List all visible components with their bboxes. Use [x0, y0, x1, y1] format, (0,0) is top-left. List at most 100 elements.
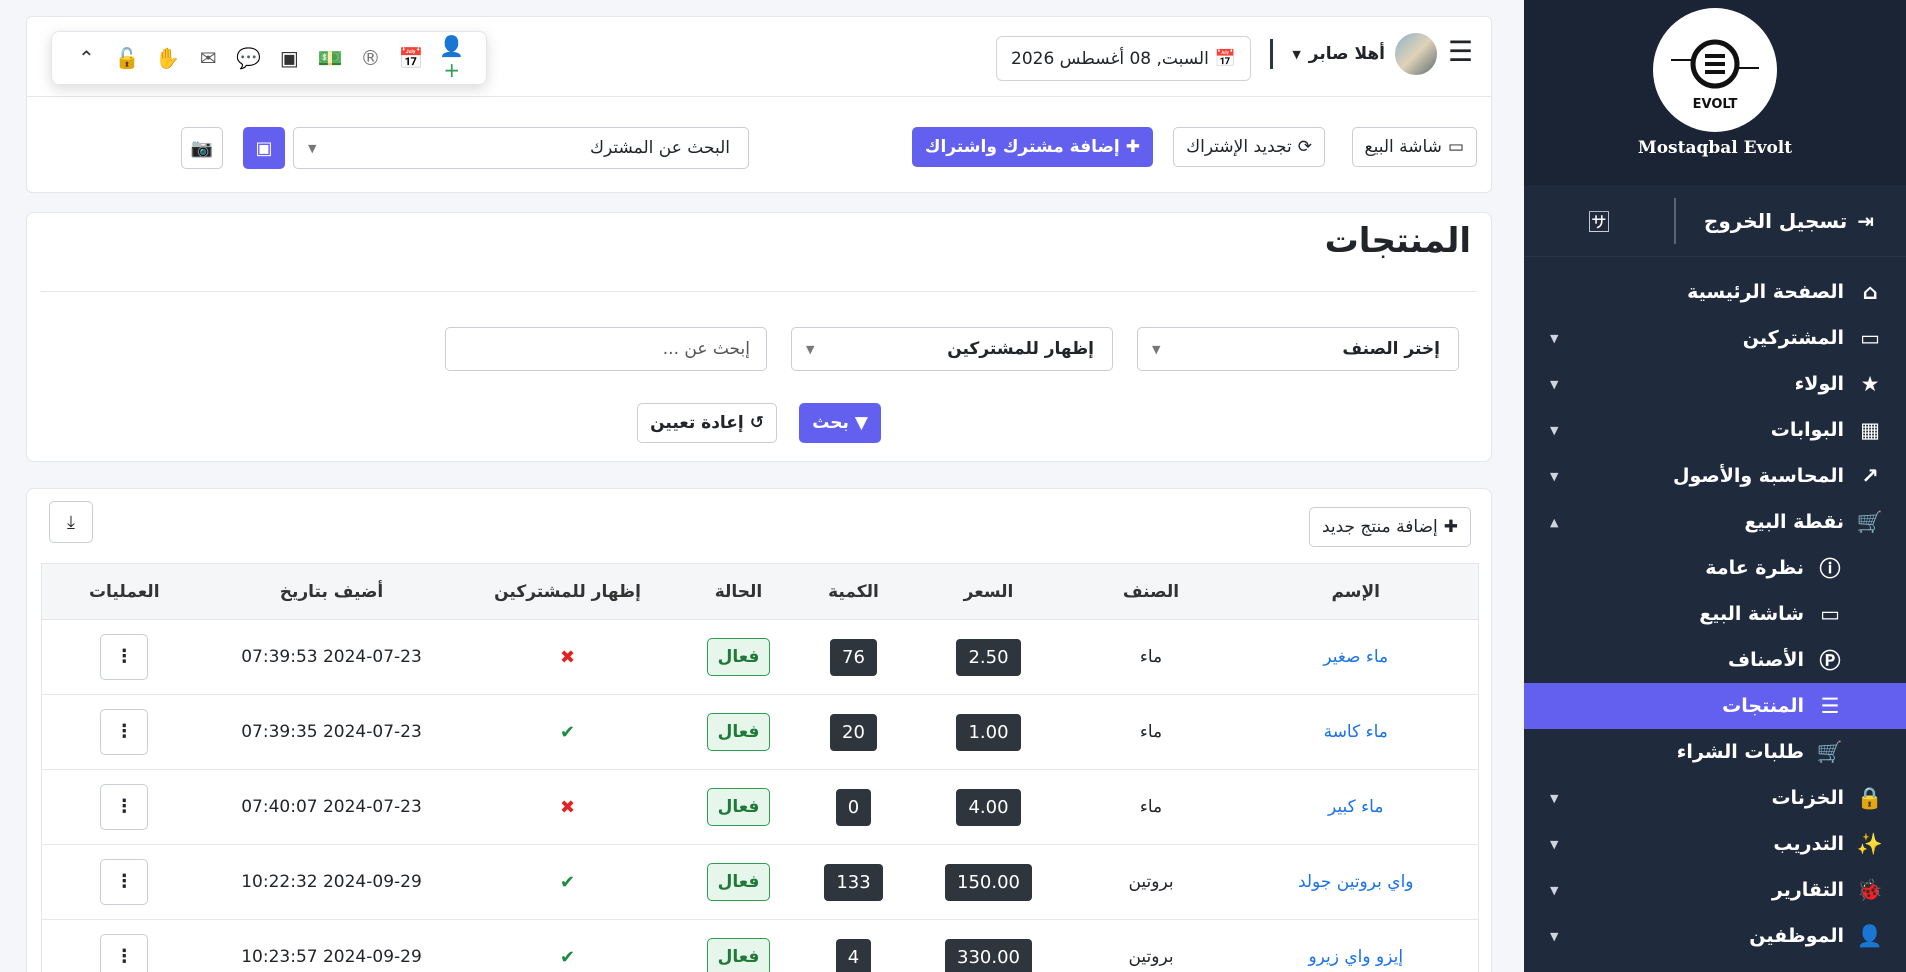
- divider: [1674, 197, 1676, 244]
- money-icon[interactable]: 💵: [315, 46, 345, 70]
- lock-icon: 🔒: [1856, 785, 1884, 810]
- hamburger-icon[interactable]: ☰: [1448, 35, 1473, 68]
- actions-menu-button[interactable]: ⋮: [100, 859, 149, 905]
- chevron-down-icon: ▼: [1550, 377, 1559, 391]
- add-user-icon[interactable]: 👤+: [437, 34, 467, 82]
- status-badge: فعال: [706, 788, 771, 826]
- info-icon: ⓘ: [1819, 557, 1841, 581]
- sign-out-icon: ⇥: [1857, 208, 1874, 233]
- language-icon[interactable]: 🈂: [1524, 205, 1674, 237]
- qrcode-icon[interactable]: ▣: [274, 46, 304, 70]
- col-status[interactable]: الحالة: [678, 563, 799, 620]
- date-text: السبت, 08 أغسطس 2026: [1011, 48, 1209, 69]
- sidebar-item-training[interactable]: ✨ التدريب ▼: [1524, 821, 1906, 867]
- sidebar-item-label: البوابات: [1770, 419, 1844, 441]
- actions-menu-button[interactable]: ⋮: [100, 934, 149, 972]
- col-name[interactable]: الإسم: [1233, 563, 1479, 620]
- registered-icon[interactable]: ®: [356, 46, 386, 70]
- renew-subscription-button[interactable]: ⟳ تجديد الإشتراك: [1173, 127, 1325, 167]
- calendar-icon[interactable]: 📅: [396, 46, 426, 70]
- actions-menu-button[interactable]: ⋮: [100, 634, 149, 680]
- product-link[interactable]: ماء صغير: [1323, 647, 1388, 667]
- user-greeting: أهلا صابر: [1308, 44, 1385, 64]
- actions-menu-button[interactable]: ⋮: [100, 784, 149, 830]
- pos-screen-button[interactable]: ▭ شاشة البيع: [1351, 127, 1477, 167]
- qr-scan-button[interactable]: ▣: [243, 127, 285, 169]
- undo-icon: ↺: [749, 413, 764, 433]
- add-subscriber-button[interactable]: ✚ إضافة مشترك واشتراك: [911, 127, 1153, 167]
- sidebar-item-subscribers[interactable]: ▭ المشتركين ▼: [1524, 315, 1906, 361]
- sidebar-item-accounting[interactable]: ↗ المحاسبة والأصول ▼: [1524, 453, 1906, 499]
- comment-icon[interactable]: 💬: [234, 46, 264, 70]
- col-category[interactable]: الصنف: [1068, 563, 1234, 620]
- product-link[interactable]: ماء كاسة: [1324, 722, 1388, 742]
- sidebar-item-home[interactable]: ⌂ الصفحة الرئيسية: [1524, 269, 1906, 315]
- logo-area: EVOLT Mostaqbal Evolt: [1524, 0, 1906, 185]
- camera-button[interactable]: 📷: [181, 127, 223, 169]
- actions-menu-button[interactable]: ⋮: [100, 709, 149, 755]
- sidebar-item-label: المشتركين: [1742, 327, 1844, 349]
- product-link[interactable]: إيزو واي زيرو: [1308, 947, 1403, 967]
- category-cell: بروتين: [1068, 919, 1234, 972]
- sidebar-item-reports[interactable]: 🐞 التقارير ▼: [1524, 867, 1906, 913]
- col-price[interactable]: السعر: [908, 563, 1069, 620]
- chevron-down-icon: ▼: [1550, 331, 1559, 345]
- qty-badge: 4: [835, 938, 872, 972]
- date-cell: 2024-07-23 07:39:53: [206, 619, 457, 695]
- user-icon: 👤: [1856, 923, 1884, 948]
- sidebar-item-categories[interactable]: Ⓟ الأصناف: [1524, 637, 1906, 683]
- sidebar-item-products[interactable]: ☰ المنتجات: [1524, 683, 1906, 729]
- user-menu[interactable]: أهلا صابر ▼: [1292, 31, 1439, 77]
- select-value: إظهار للمشتركين: [947, 339, 1094, 359]
- chevron-down-icon: ▼: [1550, 883, 1559, 897]
- logout-button[interactable]: ⇥ تسجيل الخروج: [1676, 209, 1906, 233]
- sidebar-item-label: شاشة البيع: [1699, 603, 1804, 625]
- col-qty[interactable]: الكمية: [798, 563, 909, 620]
- list-icon: ☰: [1820, 694, 1840, 718]
- products-table-card: ✚ إضافة منتج جديد ⤓ الإسم الصنف السعر الك…: [26, 488, 1492, 972]
- search-input[interactable]: إبحث عن ...: [445, 327, 767, 371]
- sidebar-item-pos[interactable]: 🛒 نقطة البيع ▲: [1524, 499, 1906, 545]
- reset-button[interactable]: ↺ إعادة تعيين: [637, 403, 777, 443]
- date-cell: 2024-09-29 10:23:57: [206, 919, 457, 972]
- cross-icon: ✖: [559, 646, 576, 668]
- sidebar-item-loyalty[interactable]: ★ الولاء ▼: [1524, 361, 1906, 407]
- col-show[interactable]: إظهار للمشتركين: [456, 563, 679, 620]
- col-ops: العمليات: [41, 563, 207, 620]
- caret-down-icon: ▼: [1152, 342, 1161, 356]
- category-select[interactable]: إختر الصنف ▼: [1137, 327, 1459, 371]
- search-button[interactable]: ▼ بحث: [799, 403, 881, 443]
- filter-card: المنتجات إختر الصنف ▼ إظهار للمشتركين ▼ إب…: [26, 212, 1492, 462]
- chevron-down-icon: ▼: [1550, 469, 1559, 483]
- chevron-down-icon: ▼: [1550, 791, 1559, 805]
- check-icon: ✔: [559, 946, 576, 968]
- chevron-up-icon[interactable]: ⌃: [71, 46, 101, 70]
- col-added[interactable]: أضيف بتاريخ: [206, 563, 457, 620]
- sidebar-item-purchase-orders[interactable]: 🛒 طلبات الشراء: [1524, 729, 1906, 775]
- laptop-icon: ▭: [1860, 326, 1880, 350]
- divider: [1270, 39, 1273, 69]
- download-button[interactable]: ⤓: [49, 501, 93, 543]
- sidebar-item-gates[interactable]: ▦ البوابات ▼: [1524, 407, 1906, 453]
- price-badge: 4.00: [956, 788, 1021, 826]
- hands-icon[interactable]: ✋: [153, 46, 183, 70]
- unlock-icon[interactable]: 🔓: [112, 46, 142, 70]
- button-label: شاشة البيع: [1364, 137, 1442, 157]
- visibility-select[interactable]: إظهار للمشتركين ▼: [791, 327, 1113, 371]
- check-icon: ✔: [559, 871, 576, 893]
- date-cell: 2024-09-29 10:22:32: [206, 844, 457, 920]
- product-link[interactable]: ماء كبير: [1328, 797, 1383, 817]
- add-product-button[interactable]: ✚ إضافة منتج جديد: [1308, 507, 1471, 547]
- sidebar-item-employees[interactable]: 👤 الموظفين ▼: [1524, 913, 1906, 959]
- sidebar: EVOLT Mostaqbal Evolt ⇥ تسجيل الخروج 🈂 ⌂…: [1524, 0, 1906, 972]
- logout-label: تسجيل الخروج: [1703, 208, 1848, 233]
- subscriber-search-select[interactable]: البحث عن المشترك ▼: [293, 127, 749, 169]
- sidebar-item-safes[interactable]: 🔒 الخزنات ▼: [1524, 775, 1906, 821]
- category-cell: ماء: [1068, 694, 1234, 770]
- sidebar-item-label: الخزنات: [1771, 787, 1844, 809]
- sidebar-item-overview[interactable]: ⓘ نظرة عامة: [1524, 545, 1906, 591]
- product-link[interactable]: واي بروتين جولد: [1298, 872, 1414, 892]
- logo: EVOLT: [1653, 8, 1777, 132]
- sidebar-item-pos-screen[interactable]: ▭ شاشة البيع: [1524, 591, 1906, 637]
- envelope-icon[interactable]: ✉: [193, 46, 223, 70]
